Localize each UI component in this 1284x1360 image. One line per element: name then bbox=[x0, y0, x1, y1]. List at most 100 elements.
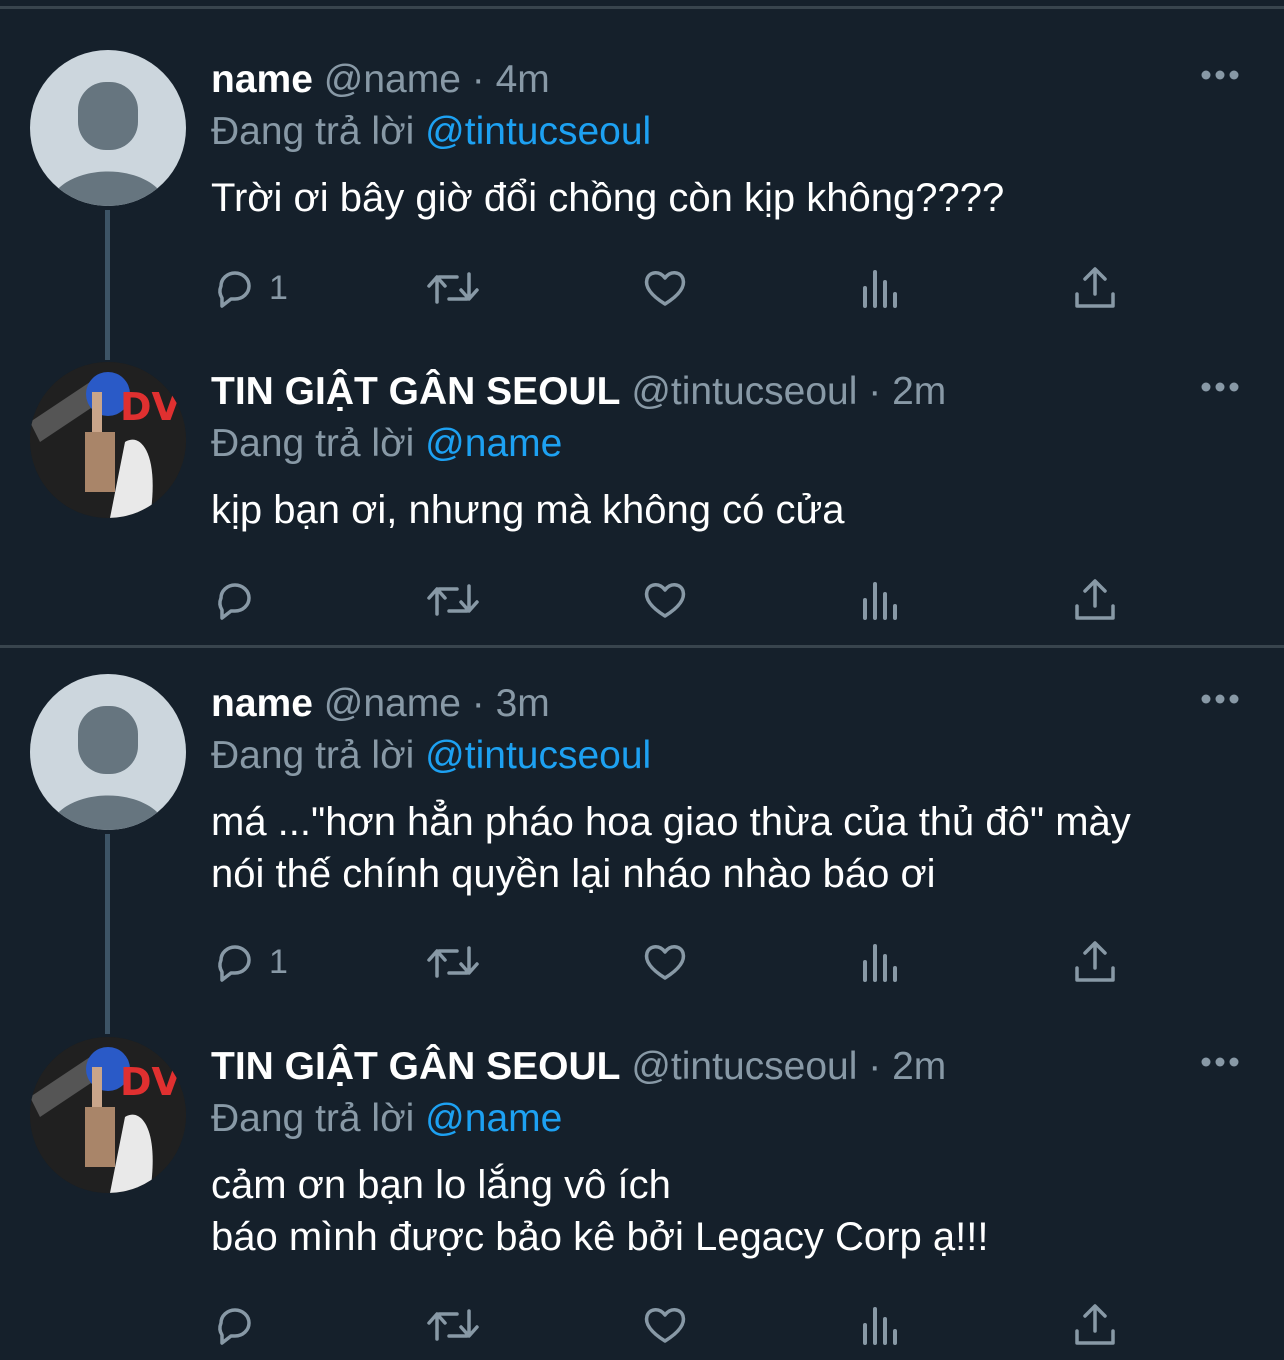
share-button[interactable] bbox=[1071, 262, 1119, 314]
replying-to: Đang trả lời @name bbox=[211, 418, 562, 470]
share-button[interactable] bbox=[1071, 574, 1119, 626]
timestamp[interactable]: 3m bbox=[496, 682, 550, 725]
display-name[interactable]: TIN GIẬT GÂN SEOUL bbox=[211, 370, 621, 413]
separator: · bbox=[868, 1045, 882, 1088]
avatar[interactable]: DV bbox=[30, 1037, 186, 1193]
mention-link[interactable]: @name bbox=[425, 422, 562, 465]
default-avatar-icon bbox=[48, 82, 168, 206]
retweet-icon bbox=[427, 584, 479, 616]
like-button[interactable] bbox=[641, 1299, 689, 1351]
share-icon bbox=[1075, 941, 1115, 982]
thread-divider bbox=[0, 645, 1284, 648]
like-icon bbox=[644, 583, 686, 618]
retweet-icon bbox=[427, 272, 479, 304]
more-icon bbox=[1201, 1057, 1239, 1067]
retweet-button[interactable] bbox=[425, 936, 481, 988]
reply-icon bbox=[218, 271, 251, 308]
analytics-button[interactable] bbox=[857, 936, 905, 988]
retweet-button[interactable] bbox=[425, 1299, 481, 1351]
like-icon bbox=[644, 1308, 686, 1343]
tweet-text: kịp bạn ơi, nhưng mà không có cửa bbox=[211, 488, 845, 532]
analytics-button[interactable] bbox=[857, 262, 905, 314]
timestamp[interactable]: 4m bbox=[496, 58, 550, 101]
more-icon bbox=[1201, 694, 1239, 704]
separator: · bbox=[471, 682, 485, 725]
timestamp[interactable]: 2m bbox=[892, 370, 946, 413]
share-icon bbox=[1075, 1304, 1115, 1345]
display-name[interactable]: TIN GIẬT GÂN SEOUL bbox=[211, 1045, 621, 1088]
mention-link[interactable]: @tintucseoul bbox=[425, 734, 651, 777]
thread-connector bbox=[105, 210, 110, 360]
username[interactable]: @tintucseoul bbox=[631, 1045, 857, 1088]
action-bar bbox=[211, 574, 1141, 626]
reply-icon bbox=[218, 1308, 251, 1345]
reply-button[interactable] bbox=[211, 1299, 269, 1351]
more-icon bbox=[1201, 382, 1239, 392]
share-icon bbox=[1075, 267, 1115, 308]
avatar-text: DV bbox=[120, 385, 182, 429]
tweet-text: cảm ơn bạn lo lắng vô ích báo mình được … bbox=[211, 1163, 989, 1259]
like-button[interactable] bbox=[641, 262, 689, 314]
analytics-icon bbox=[863, 1307, 897, 1345]
retweet-button[interactable] bbox=[425, 262, 481, 314]
thread-connector bbox=[105, 834, 110, 1034]
replying-prefix: Đang trả lời bbox=[211, 734, 415, 777]
share-button[interactable] bbox=[1071, 1299, 1119, 1351]
avatar-text: DV bbox=[120, 1060, 182, 1104]
retweet-icon bbox=[427, 946, 479, 978]
reply-icon bbox=[218, 583, 251, 620]
separator: · bbox=[471, 58, 485, 101]
like-icon bbox=[644, 945, 686, 980]
analytics-icon bbox=[863, 270, 897, 308]
timestamp[interactable]: 2m bbox=[892, 1045, 946, 1088]
replying-prefix: Đang trả lời bbox=[211, 110, 415, 153]
tweet-text: Trời ơi bây giờ đổi chồng còn kịp không?… bbox=[211, 176, 1005, 220]
display-name[interactable]: name bbox=[211, 682, 313, 725]
tweet-header: TIN GIẬT GÂN SEOUL @tintucseoul · 2m bbox=[211, 366, 946, 418]
like-button[interactable] bbox=[641, 936, 689, 988]
profile-photo-icon: DV bbox=[30, 362, 186, 518]
more-button[interactable] bbox=[1198, 60, 1242, 90]
like-button[interactable] bbox=[641, 574, 689, 626]
replying-prefix: Đang trả lời bbox=[211, 1097, 415, 1140]
reply-count: 1 bbox=[269, 268, 288, 307]
avatar[interactable] bbox=[30, 674, 186, 830]
action-bar bbox=[211, 1299, 1141, 1351]
reply-button[interactable]: 1 bbox=[211, 936, 288, 988]
tweet-text: má ..."hơn hẳn pháo hoa giao thừa của th… bbox=[211, 800, 1131, 896]
avatar[interactable]: DV bbox=[30, 362, 186, 518]
display-name[interactable]: name bbox=[211, 58, 313, 101]
retweet-icon bbox=[427, 1309, 479, 1341]
reply-button[interactable] bbox=[211, 574, 269, 626]
analytics-icon bbox=[863, 582, 897, 620]
replying-to: Đang trả lời @tintucseoul bbox=[211, 106, 651, 158]
username[interactable]: @name bbox=[324, 58, 461, 101]
analytics-button[interactable] bbox=[857, 1299, 905, 1351]
avatar[interactable] bbox=[30, 50, 186, 206]
replying-prefix: Đang trả lời bbox=[211, 422, 415, 465]
separator: · bbox=[868, 370, 882, 413]
more-button[interactable] bbox=[1198, 372, 1242, 402]
retweet-button[interactable] bbox=[425, 574, 481, 626]
username[interactable]: @tintucseoul bbox=[631, 370, 857, 413]
tweet-header: name @name · 4m bbox=[211, 54, 550, 106]
reply-icon bbox=[218, 945, 251, 982]
reply-button[interactable]: 1 bbox=[211, 262, 288, 314]
share-button[interactable] bbox=[1071, 936, 1119, 988]
action-bar: 1 bbox=[211, 936, 1141, 988]
profile-photo-icon: DV bbox=[30, 1037, 186, 1193]
mention-link[interactable]: @name bbox=[425, 1097, 562, 1140]
like-icon bbox=[644, 271, 686, 306]
tweet-header: TIN GIẬT GÂN SEOUL @tintucseoul · 2m bbox=[211, 1041, 946, 1093]
replying-to: Đang trả lời @tintucseoul bbox=[211, 730, 651, 782]
username[interactable]: @name bbox=[324, 682, 461, 725]
more-button[interactable] bbox=[1198, 1047, 1242, 1077]
tweet-header: name @name · 3m bbox=[211, 678, 550, 730]
more-button[interactable] bbox=[1198, 684, 1242, 714]
mention-link[interactable]: @tintucseoul bbox=[425, 110, 651, 153]
reply-count: 1 bbox=[269, 942, 288, 981]
analytics-button[interactable] bbox=[857, 574, 905, 626]
default-avatar-icon bbox=[48, 706, 168, 830]
top-divider bbox=[0, 6, 1284, 9]
replying-to: Đang trả lời @name bbox=[211, 1093, 562, 1145]
